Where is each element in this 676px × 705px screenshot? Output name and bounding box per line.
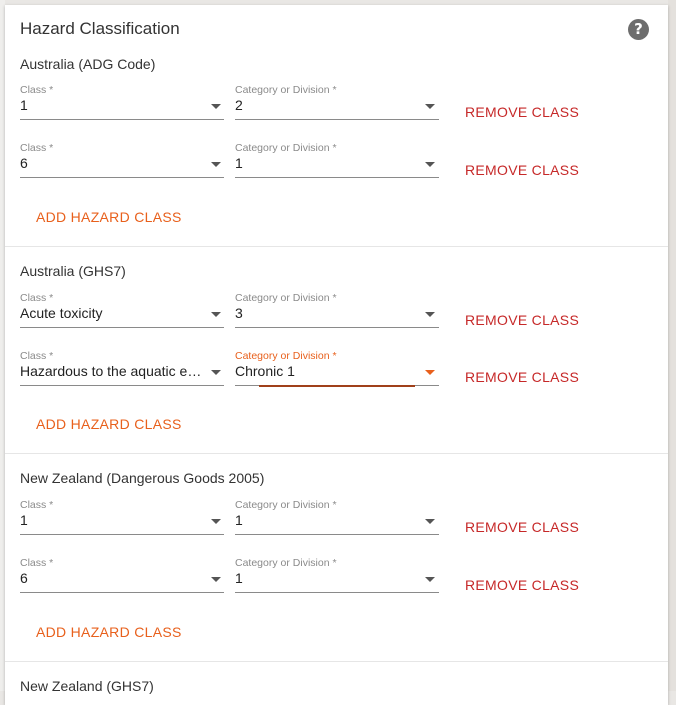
chevron-down-icon	[425, 312, 435, 317]
remove-class-button[interactable]: REMOVE CLASS	[465, 369, 579, 385]
class-label: Class *	[20, 350, 54, 362]
category-value: 2	[235, 97, 243, 113]
section-title-australia-ghs7: Australia (GHS7)	[20, 263, 126, 279]
class-select[interactable]: Class * Acute toxicity	[20, 292, 224, 332]
help-icon[interactable]: ?	[628, 19, 649, 40]
background-right-edge	[668, 0, 676, 691]
field-underline	[235, 592, 439, 593]
category-value: 1	[235, 155, 243, 171]
category-label: Category or Division *	[235, 292, 337, 304]
chevron-down-icon	[425, 370, 435, 375]
chevron-down-icon	[425, 577, 435, 582]
section-title-australia-adg: Australia (ADG Code)	[20, 56, 156, 72]
chevron-down-icon	[211, 519, 221, 524]
section-title-new-zealand-ghs7: New Zealand (GHS7)	[20, 678, 154, 694]
class-label: Class *	[20, 557, 54, 569]
category-label: Category or Division *	[235, 557, 337, 569]
class-select[interactable]: Class * 6	[20, 142, 224, 182]
section-divider	[5, 661, 668, 662]
class-label: Class *	[20, 142, 54, 154]
chevron-down-icon	[211, 104, 221, 109]
field-underline	[20, 327, 224, 328]
field-underline	[235, 534, 439, 535]
class-value: Acute toxicity	[20, 305, 103, 321]
category-select[interactable]: Category or Division * 3	[235, 292, 439, 332]
category-label: Category or Division *	[235, 84, 337, 96]
section-title-new-zealand-dg: New Zealand (Dangerous Goods 2005)	[20, 470, 265, 486]
category-select[interactable]: Category or Division * 1	[235, 557, 439, 597]
class-value: 1	[20, 512, 28, 528]
category-label: Category or Division *	[235, 499, 337, 511]
chevron-down-icon	[211, 162, 221, 167]
section-divider	[5, 246, 668, 247]
category-label: Category or Division *	[235, 142, 337, 154]
chevron-down-icon	[211, 577, 221, 582]
field-underline	[235, 177, 439, 178]
class-select[interactable]: Class * Hazardous to the aquatic environ…	[20, 350, 224, 390]
field-underline	[20, 534, 224, 535]
add-hazard-class-button[interactable]: ADD HAZARD CLASS	[36, 209, 182, 225]
chevron-down-icon	[425, 519, 435, 524]
field-underline	[235, 119, 439, 120]
category-select-focused[interactable]: Category or Division * Chronic 1	[235, 350, 439, 390]
category-value: 3	[235, 305, 243, 321]
field-underline	[20, 592, 224, 593]
class-select[interactable]: Class * 1	[20, 84, 224, 124]
class-select[interactable]: Class * 6	[20, 557, 224, 597]
class-value: 1	[20, 97, 28, 113]
category-value: 1	[235, 512, 243, 528]
field-underline	[20, 177, 224, 178]
class-value: 6	[20, 570, 28, 586]
class-value: 6	[20, 155, 28, 171]
category-select[interactable]: Category or Division * 1	[235, 142, 439, 182]
category-label: Category or Division *	[235, 350, 337, 362]
remove-class-button[interactable]: REMOVE CLASS	[465, 519, 579, 535]
add-hazard-class-button[interactable]: ADD HAZARD CLASS	[36, 416, 182, 432]
category-select[interactable]: Category or Division * 2	[235, 84, 439, 124]
category-value: Chronic 1	[235, 363, 295, 379]
field-underline	[20, 385, 224, 386]
remove-class-button[interactable]: REMOVE CLASS	[465, 104, 579, 120]
remove-class-button[interactable]: REMOVE CLASS	[465, 577, 579, 593]
remove-class-button[interactable]: REMOVE CLASS	[465, 312, 579, 328]
class-label: Class *	[20, 292, 54, 304]
category-value: 1	[235, 570, 243, 586]
chevron-down-icon	[425, 104, 435, 109]
field-underline	[235, 327, 439, 328]
field-underline	[20, 119, 224, 120]
chevron-down-icon	[425, 162, 435, 167]
chevron-down-icon	[211, 370, 221, 375]
class-value: Hazardous to the aquatic environment	[20, 363, 203, 379]
category-select[interactable]: Category or Division * 1	[235, 499, 439, 539]
class-label: Class *	[20, 84, 54, 96]
panel-title: Hazard Classification	[20, 19, 180, 38]
hazard-classification-panel: Hazard Classification ? Australia (ADG C…	[5, 5, 668, 705]
focus-underline	[259, 385, 415, 387]
remove-class-button[interactable]: REMOVE CLASS	[465, 162, 579, 178]
add-hazard-class-button[interactable]: ADD HAZARD CLASS	[36, 624, 182, 640]
section-divider	[5, 453, 668, 454]
class-label: Class *	[20, 499, 54, 511]
class-select[interactable]: Class * 1	[20, 499, 224, 539]
chevron-down-icon	[211, 312, 221, 317]
